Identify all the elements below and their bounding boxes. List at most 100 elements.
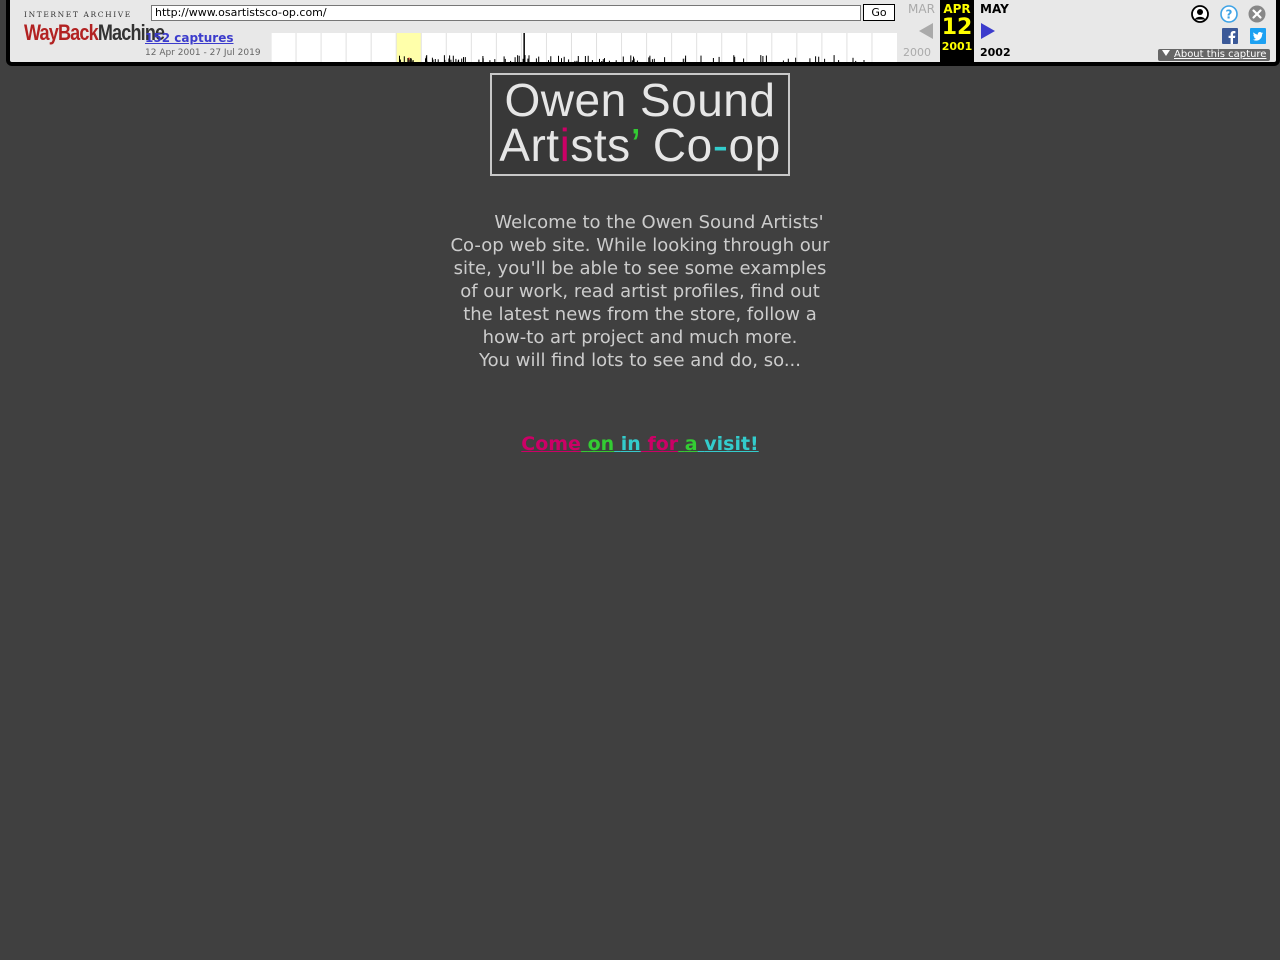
- sparkline-capture-tick: [765, 55, 767, 62]
- sparkline-year-2009[interactable]: [596, 33, 622, 62]
- visit-link-a[interactable]: a: [685, 433, 698, 455]
- prev-year-label[interactable]: 2000: [903, 46, 931, 59]
- sparkline-capture-tick: [615, 60, 617, 62]
- sparkline-capture-tick: [452, 55, 454, 62]
- welcome-line: Co-op web site. While looking through ou…: [450, 235, 830, 256]
- welcome-line: the latest news from the store, follow a: [463, 304, 817, 325]
- sparkline-year-2000[interactable]: [371, 33, 397, 62]
- next-capture-arrow-icon[interactable]: [981, 23, 995, 39]
- sparkline-year-2017[interactable]: [796, 33, 822, 62]
- sparkline-capture-tick: [700, 55, 702, 62]
- sparkline-capture-tick: [450, 59, 452, 62]
- about-capture-button[interactable]: About this capture: [1158, 49, 1270, 61]
- sparkline-capture-tick: [408, 59, 410, 62]
- next-month-label[interactable]: MAY: [980, 2, 1009, 16]
- wayback-logo[interactable]: INTERNET ARCHIVE WayBackMachine: [20, 6, 165, 50]
- sparkline-year-1998[interactable]: [321, 33, 347, 62]
- go-button[interactable]: Go: [863, 4, 895, 21]
- sparkline-capture-tick: [482, 58, 484, 62]
- sparkline-capture-tick: [407, 58, 409, 62]
- sparkline-year-1996[interactable]: [271, 33, 297, 62]
- sparkline-capture-tick: [762, 56, 764, 62]
- twitter-icon[interactable]: [1250, 28, 1266, 44]
- sparkline-capture-tick: [584, 56, 586, 62]
- sparkline-capture-tick: [548, 60, 549, 62]
- sparkline-year-2002[interactable]: [421, 33, 447, 62]
- sparkline-capture-tick: [782, 60, 784, 62]
- sparkline-capture-tick: [718, 56, 720, 62]
- account-icon[interactable]: [1191, 5, 1209, 23]
- sparkline-capture-tick: [712, 58, 714, 62]
- sparkline-year-1999[interactable]: [346, 33, 372, 62]
- close-icon[interactable]: [1248, 5, 1266, 23]
- prev-capture-arrow-icon[interactable]: [919, 23, 933, 39]
- visit-link-space[interactable]: [678, 433, 685, 455]
- sparkline-year-2013[interactable]: [696, 33, 722, 62]
- visit-link-for[interactable]: for: [647, 433, 678, 455]
- about-capture-label: About this capture: [1174, 49, 1267, 60]
- sparkline-capture-tick: [563, 56, 565, 62]
- sparkline-year-2020[interactable]: [871, 33, 897, 62]
- sparkline-capture-tick: [591, 60, 593, 62]
- next-year-label[interactable]: 2002: [980, 46, 1011, 59]
- captures-range: 12 Apr 2001 - 27 Jul 2019: [145, 48, 261, 58]
- sparkline-capture-tick: [760, 55, 762, 62]
- sparkline-capture-tick: [568, 59, 570, 62]
- sparkline-capture-tick: [434, 59, 436, 62]
- sparkline-capture-tick: [576, 60, 578, 62]
- sparkline-capture-tick: [734, 56, 736, 62]
- sparkline-capture-tick: [682, 58, 684, 62]
- sparkline-capture-tick: [478, 59, 480, 62]
- current-day: 12: [941, 15, 973, 40]
- site-logo: Owen Sound Artists’ Co-op: [490, 73, 790, 176]
- sparkline-capture-tick: [795, 57, 797, 62]
- sparkline-capture-tick: [855, 60, 857, 62]
- sparkline-capture-tick: [510, 60, 512, 62]
- url-input[interactable]: [151, 5, 861, 21]
- sparkline-capture-tick: [561, 58, 562, 62]
- sparkline-year-2004[interactable]: [471, 33, 497, 62]
- sparkline-capture-tick: [622, 56, 624, 62]
- sparkline-capture-tick: [587, 55, 589, 62]
- sparkline-year-2019[interactable]: [846, 33, 872, 62]
- sparkline-year-2015[interactable]: [746, 33, 772, 62]
- sparkline-capture-tick: [863, 60, 865, 62]
- sparkline-year-2012[interactable]: [671, 33, 697, 62]
- logo-way: WayBack: [24, 20, 99, 45]
- sparkline-capture-tick: [425, 56, 427, 62]
- sparkline-year-2016[interactable]: [771, 33, 797, 62]
- svg-text:?: ?: [1226, 8, 1233, 22]
- prev-month-label[interactable]: MAR: [908, 2, 935, 16]
- sparkline-capture-tick: [651, 59, 653, 62]
- sparkline-capture-tick: [461, 58, 463, 62]
- sparkline-capture-tick: [824, 58, 826, 62]
- captures-link[interactable]: 152 captures: [145, 31, 234, 45]
- sparkline-capture-tick: [815, 56, 817, 62]
- logo-text-i: i: [559, 119, 571, 171]
- facebook-icon[interactable]: [1222, 28, 1238, 44]
- sparkline-peak-tick: [523, 33, 525, 62]
- visit-link-visit[interactable]: visit!: [704, 433, 758, 455]
- visit-link-space[interactable]: [614, 433, 621, 455]
- sparkline-capture-tick: [577, 56, 579, 62]
- sparkline-year-1997[interactable]: [296, 33, 322, 62]
- wayback-toolbar: INTERNET ARCHIVE WayBackMachine Go 152 c…: [6, 0, 1280, 66]
- capture-sparkline[interactable]: [271, 33, 897, 62]
- sparkline-capture-tick: [636, 60, 638, 62]
- help-icon[interactable]: ?: [1220, 5, 1238, 23]
- sparkline-capture-tick: [574, 60, 576, 62]
- sparkline-capture-tick: [601, 61, 603, 62]
- sparkline-capture-tick: [733, 55, 735, 62]
- welcome-line: You will find lots to see and do, so...: [478, 350, 801, 371]
- visit-link-come[interactable]: Come: [521, 433, 581, 455]
- sparkline-capture-tick: [514, 57, 516, 62]
- sparkline-capture-tick: [517, 55, 519, 62]
- visit-link-space[interactable]: [581, 433, 588, 455]
- visit-link-on[interactable]: on: [588, 433, 615, 455]
- sparkline-capture-tick: [550, 56, 552, 62]
- visit-link-row: Come on in for a visit!: [0, 433, 1280, 455]
- sparkline-year-2008[interactable]: [571, 33, 597, 62]
- visit-link-in[interactable]: in: [621, 433, 641, 455]
- sparkline-year-2010[interactable]: [621, 33, 647, 62]
- sparkline-capture-tick: [809, 58, 811, 62]
